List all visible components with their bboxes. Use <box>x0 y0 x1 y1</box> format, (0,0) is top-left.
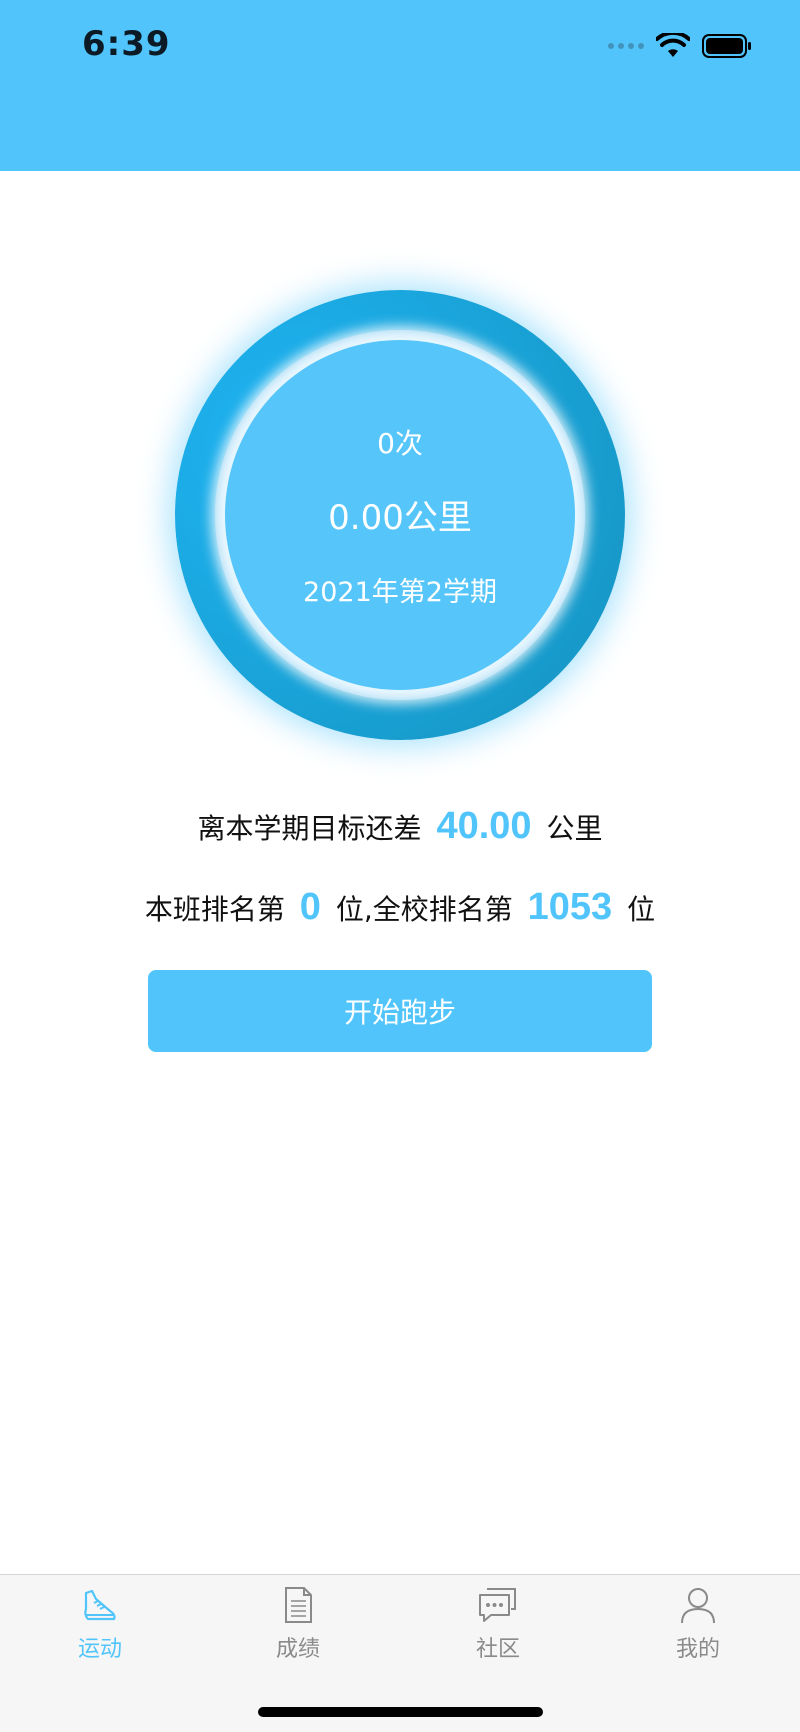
tab-community[interactable]: 社区 <box>398 1575 598 1685</box>
tab-label: 成绩 <box>275 1637 320 1662</box>
battery-icon <box>702 34 751 58</box>
run-count: 0次 <box>377 427 423 460</box>
class-rank-prefix: 本班排名第 <box>144 893 285 926</box>
chat-icon <box>479 1588 516 1622</box>
goal-remaining: 离本学期目标还差 40.00 公里 <box>0 805 800 848</box>
class-rank: 0 <box>299 886 321 928</box>
wifi-icon <box>656 33 690 57</box>
tab-label: 运动 <box>77 1637 122 1662</box>
tab-sport[interactable]: 运动 <box>0 1575 200 1685</box>
goal-prefix: 离本学期目标还差 <box>197 812 422 845</box>
tab-label: 我的 <box>675 1637 720 1662</box>
ranking-info: 本班排名第 0 位,全校排名第 1053 位 <box>0 886 800 929</box>
school-rank-prefix: 位,全校排名第 <box>335 893 513 926</box>
goal-suffix: 公里 <box>546 812 603 845</box>
tab-label: 社区 <box>475 1637 520 1662</box>
shoe-icon <box>84 1589 116 1621</box>
progress-ring: 0次 0.00公里 2021年第2学期 <box>175 290 625 740</box>
status-time: 6:39 <box>82 24 171 64</box>
total-distance: 0.00公里 <box>328 498 472 538</box>
tab-mine[interactable]: 我的 <box>598 1575 798 1685</box>
home-indicator <box>258 1707 543 1717</box>
start-running-button[interactable]: 开始跑步 <box>148 970 652 1052</box>
rank-suffix: 位 <box>627 893 656 926</box>
school-rank: 1053 <box>527 886 613 928</box>
tab-scores[interactable]: 成绩 <box>198 1575 398 1685</box>
term-label: 2021年第2学期 <box>303 577 497 608</box>
document-icon <box>285 1587 312 1623</box>
header-bar: 6:39 <box>0 0 800 171</box>
goal-value: 40.00 <box>436 805 532 847</box>
status-icons <box>608 30 752 62</box>
signal-icon <box>608 43 644 49</box>
person-icon <box>681 1588 715 1624</box>
